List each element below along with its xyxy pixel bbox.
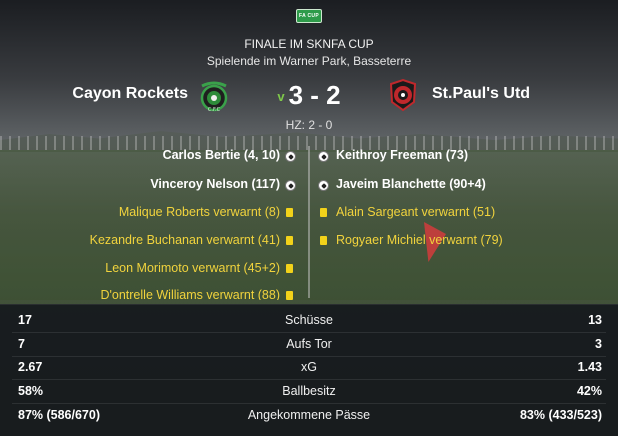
away-goal-event: Keithroy Freeman (73) [336,148,468,162]
yellow-card-icon [286,208,293,217]
events-divider [308,146,310,298]
away-booking-event: Alain Sargeant verwarnt (51) [336,205,496,219]
home-booking-event: Malique Roberts verwarnt (8) [118,205,280,219]
competition-logo: FA CUP [296,9,322,23]
home-booking-event: D'ontrelle Williams verwarnt (88) [100,288,280,300]
ball-icon [285,180,296,191]
yellow-card-icon [320,236,327,245]
stat-label: Schüsse [285,313,333,327]
stat-label: xG [301,360,317,374]
away-team-crest-icon[interactable] [386,78,420,112]
stat-label: Aufs Tor [286,337,332,351]
yellow-card-icon [286,291,293,300]
final-score: 3 - 2 [288,80,341,110]
yellow-card-icon [286,236,293,245]
match-stats-panel: 17 Schüsse 13 7 Aufs Tor 3 2.67 xG 1.43 … [0,304,618,436]
home-goal-event: Vinceroy Nelson (117) [150,177,280,191]
stat-row-xg: 2.67 xG 1.43 [0,356,618,379]
yellow-card-icon [320,208,327,217]
stat-away-value: 42% [576,384,602,398]
ball-icon [318,180,329,191]
home-goal-event: Carlos Bertie (4, 10) [162,148,280,162]
half-time-score: HZ: 2 - 0 [285,118,333,132]
ball-icon [285,151,296,162]
competition-title: FINALE IM SKNFA CUP [244,37,374,51]
stat-label: Ballbesitz [282,384,336,398]
venue-text: Spielende im Warner Park, Basseterre [206,54,412,68]
away-goal-event: Javeim Blanchette (90+4) [336,177,486,191]
stat-away-value: 83% (433/523) [519,408,602,422]
stat-away-value: 1.43 [577,360,602,374]
away-booking-event: Rogyaer Michiel verwarnt (79) [336,233,503,247]
away-team-name[interactable]: St.Paul's Utd [432,85,530,103]
winner-marker: v [277,89,285,104]
stat-row-passes: 87% (586/670) Angekommene Pässe 83% (433… [0,404,618,427]
stat-away-value: 13 [588,313,602,327]
stat-row-possession: 58% Ballbesitz 42% [0,380,618,403]
yellow-card-icon [286,264,293,273]
home-booking-event: Leon Morimoto verwarnt (45+2) [105,261,280,275]
home-booking-event: Kezandre Buchanan verwarnt (41) [89,233,280,247]
stat-away-value: 3 [595,337,602,351]
ball-icon [318,151,329,162]
stat-row-on-target: 7 Aufs Tor 3 [0,333,618,356]
stat-row-shots: 17 Schüsse 13 [0,309,618,332]
